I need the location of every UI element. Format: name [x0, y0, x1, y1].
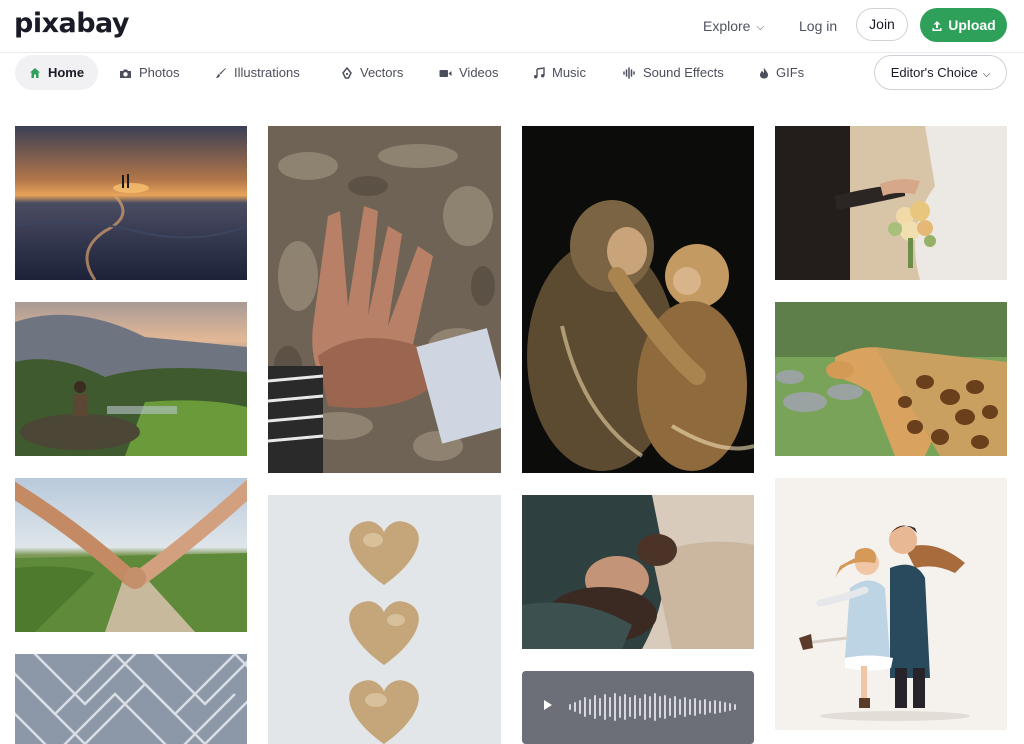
sort-dropdown[interactable]: Editor's Choice ⌵ — [874, 55, 1007, 90]
nav-item-photos[interactable]: Photos — [119, 55, 179, 90]
image-golden-hearts — [268, 495, 501, 744]
image-holding-hands — [15, 478, 247, 632]
image-tile-hands-tree[interactable] — [268, 126, 501, 473]
pen-nib-icon — [342, 66, 352, 79]
chevron-down-icon: ⌵ — [982, 69, 991, 80]
image-valley-rock — [15, 302, 247, 456]
brush-icon — [216, 68, 226, 78]
nav-item-label: Music — [552, 65, 586, 80]
image-hands-tree — [268, 126, 501, 473]
nav-item-label: Sound Effects — [643, 65, 724, 80]
nav-item-label: Vectors — [360, 65, 404, 80]
image-woman-lying — [522, 495, 754, 649]
image-tile-golden-hearts[interactable] — [268, 495, 501, 744]
waveform-icon — [623, 67, 635, 79]
upload-button[interactable]: Upload — [920, 8, 1007, 42]
image-tile-monkey-baby[interactable] — [522, 126, 754, 473]
flame-icon — [760, 68, 768, 79]
image-tile-chain-fence[interactable] — [15, 654, 247, 744]
nav-item-gifs[interactable]: GIFs — [759, 55, 804, 90]
category-nav: Home Photos Illustrations Vectors Videos… — [0, 55, 1024, 91]
upload-icon — [932, 21, 942, 31]
nav-item-vectors[interactable]: Vectors — [341, 55, 403, 90]
nav-item-label: Photos — [139, 65, 180, 80]
image-bride-groom — [775, 126, 1007, 280]
sort-label: Editor's Choice — [890, 65, 978, 80]
nav-item-label: GIFs — [776, 65, 805, 80]
explore-menu[interactable]: Explore ⌵ — [703, 18, 764, 34]
video-icon — [439, 70, 452, 77]
header-divider — [0, 52, 1024, 53]
image-tile-giraffes[interactable] — [775, 302, 1007, 456]
image-tile-bride-groom[interactable] — [775, 126, 1007, 280]
camera-icon — [120, 69, 131, 78]
image-giraffes — [775, 302, 1007, 456]
audio-waveform — [522, 671, 754, 744]
image-tile-couple-sunset[interactable] — [15, 126, 247, 280]
nav-item-label: Videos — [459, 65, 499, 80]
login-link[interactable]: Log in — [799, 18, 837, 34]
upload-label: Upload — [948, 17, 996, 33]
join-button[interactable]: Join — [856, 8, 908, 41]
explore-label: Explore — [703, 18, 751, 34]
pixabay-logo[interactable]: pixabay — [14, 8, 130, 39]
image-couple-sunset — [15, 126, 247, 280]
image-tile-holding-hands[interactable] — [15, 478, 247, 632]
image-monkey-baby — [522, 126, 754, 473]
image-illustrated-couple — [775, 478, 1007, 730]
nav-item-home[interactable]: Home — [15, 55, 98, 90]
image-tile-valley-rock[interactable] — [15, 302, 247, 456]
nav-item-label: Illustrations — [234, 65, 300, 80]
image-chain-fence — [15, 654, 247, 744]
music-note-icon — [534, 67, 545, 79]
audio-player-tile[interactable] — [522, 671, 754, 744]
home-icon — [29, 68, 40, 78]
nav-item-videos[interactable]: Videos — [439, 55, 499, 90]
nav-item-label: Home — [47, 65, 85, 80]
image-tile-woman-lying[interactable] — [522, 495, 754, 649]
nav-item-illustrations[interactable]: Illustrations — [215, 55, 300, 90]
nav-item-music[interactable]: Music — [533, 55, 586, 90]
chevron-down-icon: ⌵ — [756, 22, 765, 33]
top-bar: pixabay Explore ⌵ Log in Join Upload — [0, 0, 1024, 52]
image-tile-illustrated-couple[interactable] — [775, 478, 1007, 730]
nav-item-sound-effects[interactable]: Sound Effects — [623, 55, 724, 90]
